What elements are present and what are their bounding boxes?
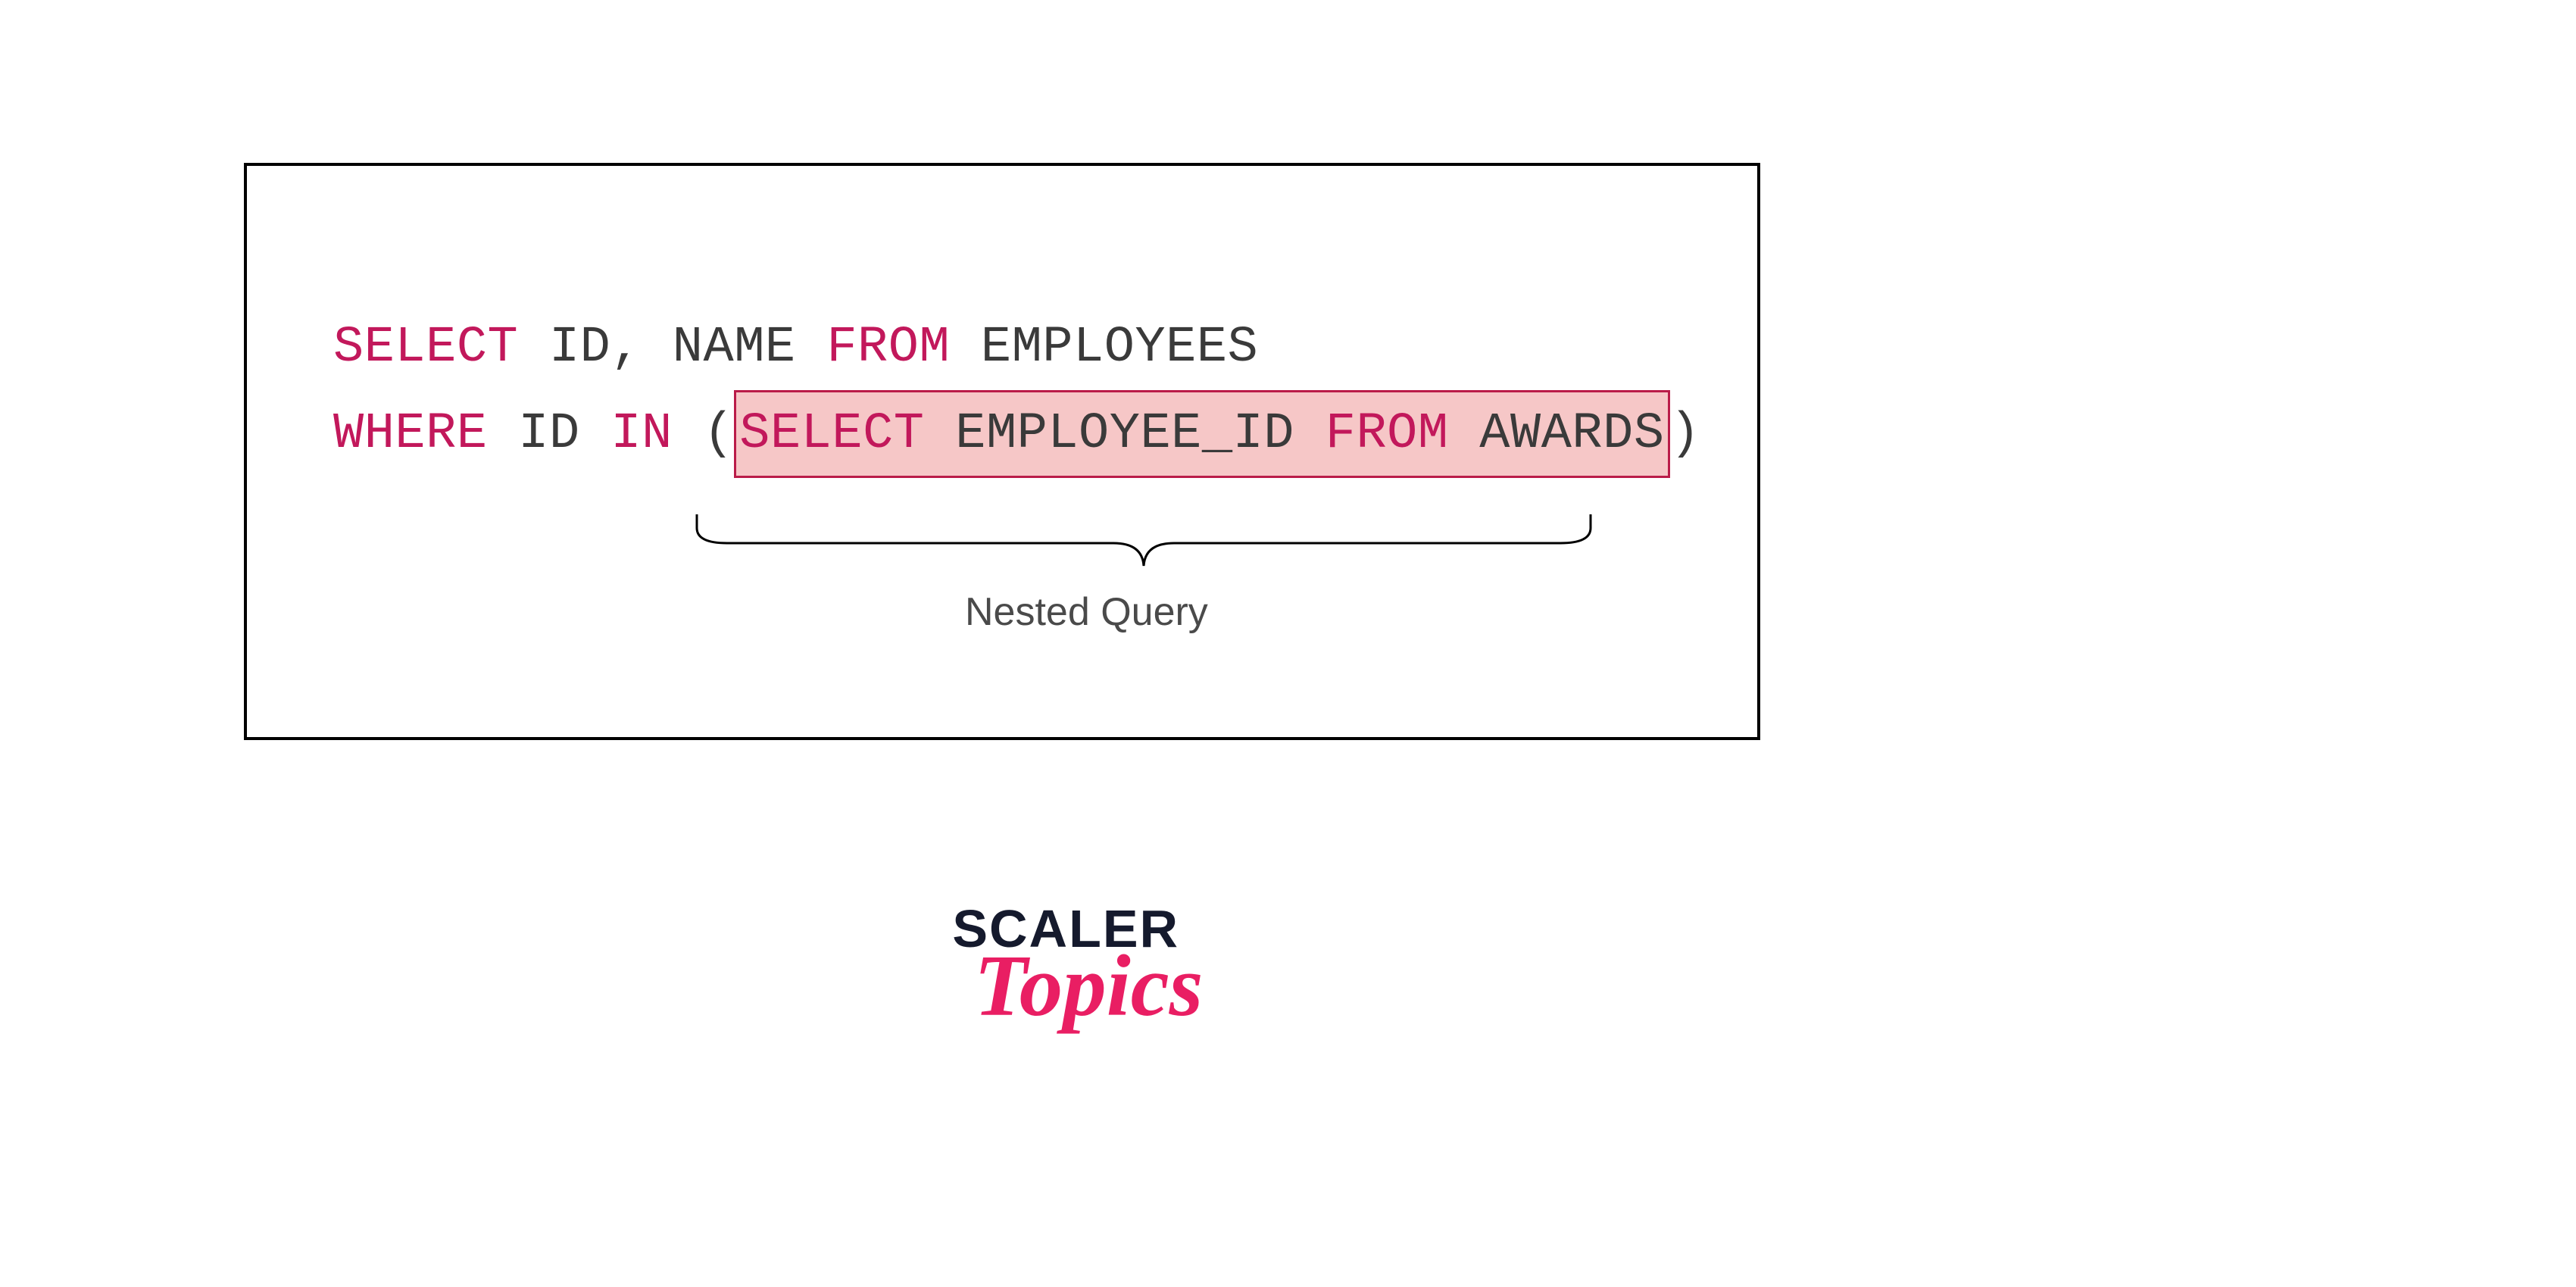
- table-name: EMPLOYEES: [981, 319, 1258, 376]
- scaler-topics-logo: SCALER Topics: [929, 898, 1203, 1036]
- inner-keyword-from: FROM: [1325, 405, 1449, 463]
- curly-brace-icon: [689, 514, 1598, 583]
- columns: ID, NAME: [549, 319, 796, 376]
- keyword-in: IN: [610, 405, 672, 463]
- sql-line-2: WHERE ID IN (SELECT EMPLOYEE_ID FROM AWA…: [333, 390, 1700, 479]
- diagram-box: SELECT ID, NAME FROM EMPLOYEES WHERE ID …: [244, 163, 1760, 740]
- inner-col: EMPLOYEE_ID: [955, 405, 1294, 463]
- sql-code: SELECT ID, NAME FROM EMPLOYEES WHERE ID …: [333, 306, 1700, 478]
- keyword-select: SELECT: [333, 319, 518, 376]
- sql-line-1: SELECT ID, NAME FROM EMPLOYEES: [333, 306, 1700, 390]
- where-col: ID: [518, 405, 579, 463]
- nested-query-highlight: SELECT EMPLOYEE_ID FROM AWARDS: [734, 390, 1669, 479]
- open-paren: (: [704, 405, 735, 463]
- logo-text-topics: Topics: [974, 936, 1203, 1036]
- inner-keyword-select: SELECT: [739, 405, 924, 463]
- inner-table: AWARDS: [1479, 405, 1664, 463]
- keyword-from: FROM: [826, 319, 950, 376]
- keyword-where: WHERE: [333, 405, 488, 463]
- annotation-label: Nested Query: [965, 589, 1208, 635]
- close-paren: ): [1670, 405, 1701, 463]
